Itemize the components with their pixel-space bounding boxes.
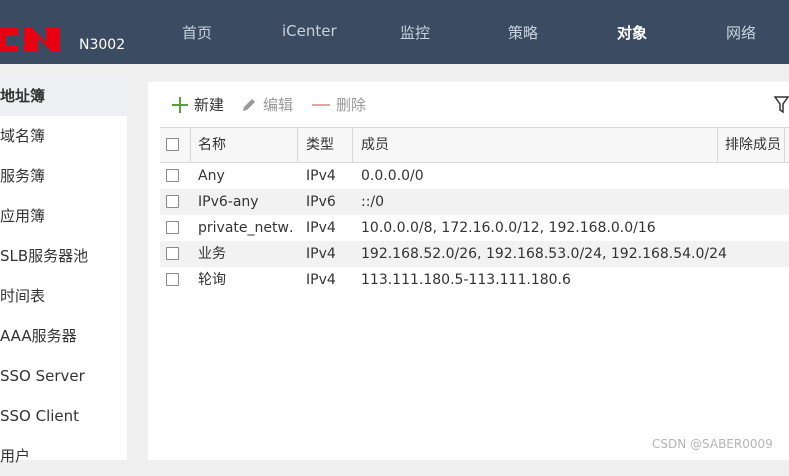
nav-icenter[interactable]: iCenter: [282, 22, 337, 40]
address-table: 名称 类型 成员 排除成员 Any IPv4 0.0.0.0/0 IPv6-an…: [160, 127, 789, 293]
row-checkbox[interactable]: [166, 195, 179, 208]
column-header-type[interactable]: 类型: [306, 128, 334, 162]
table-row[interactable]: 业务 IPv4 192.168.52.0/26, 192.168.53.0/24…: [160, 241, 789, 267]
row-checkbox[interactable]: [166, 247, 179, 260]
column-divider: [297, 128, 298, 162]
select-all-checkbox[interactable]: [166, 138, 179, 151]
delete-button-label: 删除: [336, 96, 367, 114]
row-checkbox[interactable]: [166, 273, 179, 286]
minus-icon: [312, 103, 330, 106]
sidebar: 地址簿 域名簿 服务簿 应用簿 SLB服务器池 时间表 AAA服务器 SSO S…: [0, 76, 127, 465]
column-header-members[interactable]: 成员: [361, 128, 389, 162]
plus-icon: [172, 96, 188, 113]
nav-objects[interactable]: 对象: [617, 22, 647, 43]
sidebar-item-aaa-server[interactable]: AAA服务器: [0, 316, 127, 356]
row-checkbox[interactable]: [166, 221, 179, 234]
sidebar-item-address-book[interactable]: 地址簿: [0, 76, 127, 116]
sidebar-item-domain-book[interactable]: 域名簿: [0, 116, 127, 156]
delete-button[interactable]: 删除: [312, 94, 366, 115]
cell-name: Any: [198, 168, 225, 184]
row-checkbox[interactable]: [166, 169, 179, 182]
main-panel: 新建 编辑 删除 名称 类型 成员 排除成员 Any IPv4 0.0.0.0/…: [148, 82, 789, 460]
cell-name: private_netw…: [198, 220, 294, 236]
nav-network[interactable]: 网络: [726, 22, 756, 43]
cell-name: IPv6-any: [198, 194, 259, 210]
nav-monitor[interactable]: 监控: [400, 22, 430, 43]
cell-members: 113.111.180.5-113.111.180.6: [361, 272, 571, 288]
sidebar-item-app-book[interactable]: 应用簿: [0, 196, 127, 236]
cell-name: 轮询: [198, 272, 226, 288]
cell-members: ::/0: [361, 194, 385, 210]
column-divider: [717, 128, 718, 162]
column-header-excluded-members[interactable]: 排除成员: [725, 128, 785, 162]
edit-button-label: 编辑: [263, 96, 294, 114]
edit-button[interactable]: 编辑: [241, 94, 293, 115]
table-row[interactable]: 轮询 IPv4 113.111.180.5-113.111.180.6: [160, 267, 789, 293]
column-divider: [352, 128, 353, 162]
cell-members: 10.0.0.0/8, 172.16.0.0/12, 192.168.0.0/1…: [361, 220, 656, 236]
cell-members: 192.168.52.0/26, 192.168.53.0/24, 192.16…: [361, 246, 727, 262]
nav-home[interactable]: 首页: [182, 22, 212, 43]
sidebar-item-service-book[interactable]: 服务簿: [0, 156, 127, 196]
cell-type: IPv4: [306, 168, 336, 184]
cell-type: IPv4: [306, 272, 336, 288]
sidebar-item-slb-pool[interactable]: SLB服务器池: [0, 236, 127, 276]
sidebar-item-schedule[interactable]: 时间表: [0, 276, 127, 316]
cell-type: IPv4: [306, 246, 336, 262]
table-row[interactable]: private_netw… IPv4 10.0.0.0/8, 172.16.0.…: [160, 215, 789, 241]
column-divider: [784, 128, 785, 162]
pencil-icon: [243, 98, 255, 111]
watermark: CSDN @SABER0009: [652, 437, 773, 451]
sidebar-item-user[interactable]: 用户: [0, 436, 127, 476]
cell-members: 0.0.0.0/0: [361, 168, 424, 184]
column-header-name[interactable]: 名称: [198, 128, 226, 162]
cell-type: IPv6: [306, 194, 336, 210]
cell-type: IPv4: [306, 220, 336, 236]
nav-policy[interactable]: 策略: [508, 22, 538, 43]
main-nav: 首页 iCenter 监控 策略 对象 网络: [0, 0, 789, 64]
new-button-label: 新建: [194, 96, 225, 114]
sidebar-item-sso-server[interactable]: SSO Server: [0, 356, 127, 396]
column-divider: [190, 128, 191, 162]
sidebar-item-sso-client[interactable]: SSO Client: [0, 396, 127, 436]
filter-icon[interactable]: [774, 96, 789, 114]
table-row[interactable]: Any IPv4 0.0.0.0/0: [160, 163, 789, 189]
cell-name: 业务: [198, 246, 226, 262]
table-row[interactable]: IPv6-any IPv6 ::/0: [160, 189, 789, 215]
top-bar: N3002 首页 iCenter 监控 策略 对象 网络: [0, 0, 789, 64]
table-header: 名称 类型 成员 排除成员: [160, 127, 789, 163]
new-button[interactable]: 新建: [172, 94, 224, 115]
